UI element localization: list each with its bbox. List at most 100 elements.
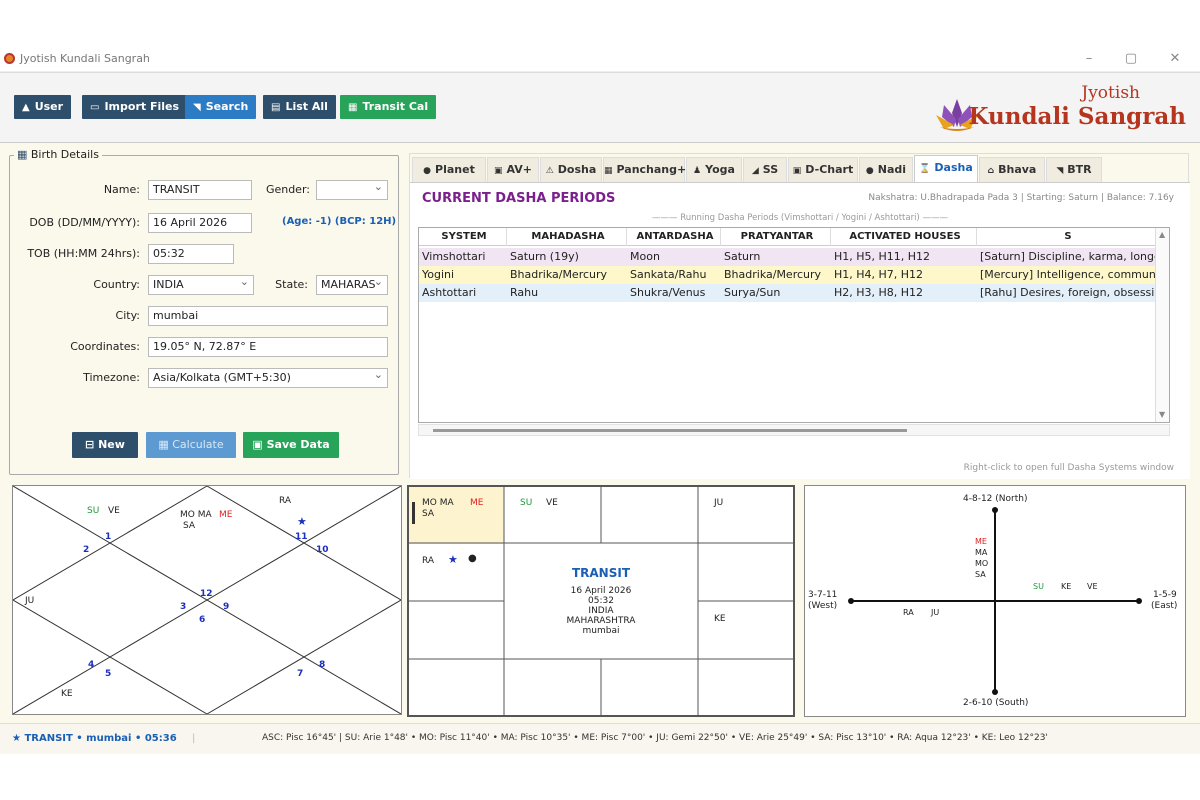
table-row[interactable]: Yogini Bhadrika/Mercury Sankata/Rahu Bhadri…	[419, 266, 1169, 284]
window-title: Jyotish Kundali Sangrah	[20, 52, 150, 65]
search-button[interactable]: ◥ Search	[185, 95, 257, 119]
planet-label: JU	[931, 608, 940, 617]
list-all-button[interactable]: ▤ List All	[263, 95, 336, 119]
import-files-button[interactable]: ▭ Import Files	[82, 95, 188, 119]
house-number: 8	[319, 660, 326, 670]
table-cell: Saturn	[724, 250, 761, 263]
south-label: 2-6-10 (South)	[963, 698, 1029, 708]
tab-dasha[interactable]: ⌛ Dasha	[914, 155, 978, 183]
dasha-panel: CURRENT DASHA PERIODS Nakshatra: U.Bhadr…	[410, 182, 1190, 479]
folder-icon: ▭	[90, 102, 100, 113]
title-bar: Jyotish Kundali Sangrah – ▢ ✕	[0, 46, 1200, 72]
country-label: Country:	[93, 278, 140, 291]
tab-panchang[interactable]: ▦ Panchang+	[603, 157, 686, 182]
timezone-select[interactable]: Asia/Kolkata (GMT+5:30)	[148, 368, 388, 388]
planet-label: ME	[219, 510, 233, 520]
coordinates-input[interactable]: 19.05° N, 72.87° E	[148, 337, 388, 357]
dob-input[interactable]: 16 April 2026	[148, 213, 252, 233]
north-label: 4-8-12 (North)	[963, 494, 1028, 504]
planet-label: SA	[975, 570, 986, 579]
planet-label: MO MA	[180, 510, 212, 520]
star-icon: ★	[297, 515, 307, 528]
planet-icon: ●	[423, 166, 432, 176]
save-data-button[interactable]: ▣ Save Data	[243, 432, 339, 458]
dot-icon: ●	[468, 553, 477, 564]
tab-ss[interactable]: ◢ SS	[743, 157, 787, 182]
house-number: 11	[295, 532, 308, 542]
new-button[interactable]: ⊟ New	[72, 432, 138, 458]
table-row[interactable]: Vimshottari Saturn (19y) Moon Saturn H1, H5,…	[419, 248, 1169, 266]
table-cell: Bhadrika/Mercury	[724, 268, 822, 281]
close-button[interactable]: ✕	[1160, 49, 1190, 69]
column-header[interactable]: SYSTEM	[419, 228, 507, 246]
planet-label: KE	[714, 614, 726, 624]
tab-dosha[interactable]: ⚠ Dosha	[540, 157, 602, 182]
house-number: 10	[316, 545, 329, 555]
table-row[interactable]: Ashtottari Rahu Shukra/Venus Surya/Sun H2, H…	[419, 284, 1169, 302]
horizontal-scrollbar[interactable]	[418, 424, 1170, 436]
ss-icon: ◢	[751, 166, 759, 176]
nakshatra-info: Nakshatra: U.Bhadrapada Pada 3 | Startin…	[868, 193, 1174, 203]
status-separator: |	[192, 733, 196, 744]
status-bar: ★ TRANSIT • mumbai • 05:36 | ASC: Pisc 1…	[0, 723, 1200, 753]
btr-icon: ◥	[1056, 166, 1064, 176]
app-icon	[4, 53, 15, 64]
toolbar: ▲ User ▭ Import Files ◥ Search ▤ List All ▦ T…	[0, 73, 1200, 143]
scroll-up-icon[interactable]: ▲	[1159, 230, 1165, 239]
city-input[interactable]: mumbai	[148, 306, 388, 326]
calculate-button[interactable]: ▦ Calculate	[146, 432, 236, 458]
planet-label: VE	[108, 506, 120, 516]
analysis-tabs: ● Planet ▣ AV+ ⚠ Dosha ▦ Panchang+ ♟ Yoga ◢ SS ▣ D-Ch…	[410, 154, 1190, 183]
tab-btr[interactable]: ◥ BTR	[1046, 157, 1102, 182]
house-number: 6	[199, 615, 206, 625]
vertical-scrollbar[interactable]: ▲ ▼	[1155, 228, 1169, 422]
tab-nadi[interactable]: ● Nadi	[859, 157, 913, 182]
list-icon: ▤	[271, 102, 281, 113]
tab-d-chart[interactable]: ▣ D-Chart	[788, 157, 858, 182]
tab-bhava[interactable]: ⌂ Bhava	[979, 157, 1045, 182]
status-planet-positions: ASC: Pisc 16°45' | SU: Arie 1°48' • MO: …	[262, 733, 1048, 743]
birth-details-legend: ▦ Birth Details	[14, 148, 102, 161]
column-header[interactable]: S	[977, 228, 1157, 246]
chart-center-title: TRANSIT	[571, 566, 631, 580]
west-label: (West)	[808, 601, 838, 611]
maximize-button[interactable]: ▢	[1116, 49, 1146, 69]
tab-av[interactable]: ▣ AV+	[487, 157, 539, 182]
east-label: (East)	[1151, 601, 1178, 611]
tob-input[interactable]: 05:32	[148, 244, 234, 264]
city-label: City:	[115, 309, 140, 322]
minimize-button[interactable]: –	[1074, 49, 1104, 69]
column-header[interactable]: PRATYANTAR	[721, 228, 831, 246]
state-label: State:	[275, 278, 308, 291]
planet-label: MA	[975, 548, 988, 557]
dasha-hint: Right-click to open full Dasha Systems w…	[963, 463, 1174, 473]
table-cell: [Mercury] Intelligence, communi	[980, 268, 1157, 281]
scroll-thumb[interactable]	[433, 429, 907, 432]
house-number: 2	[83, 545, 90, 555]
house-number: 3	[180, 602, 187, 612]
table-cell: Ashtottari	[422, 286, 477, 299]
south-indian-chart: MO MA ME SA SU VE JU RA ★ ● KE TRANSIT 1…	[407, 485, 795, 717]
new-file-icon: ⊟	[85, 438, 99, 451]
scroll-down-icon[interactable]: ▼	[1159, 410, 1165, 419]
hourglass-icon: ⌛	[919, 164, 931, 174]
transit-cal-button[interactable]: ▦ Transit Cal	[340, 95, 437, 119]
gender-select[interactable]	[316, 180, 388, 200]
column-header[interactable]: ANTARDASHA	[627, 228, 721, 246]
nadi-icon: ●	[865, 166, 874, 176]
column-header[interactable]: ACTIVATED HOUSES	[831, 228, 977, 246]
user-button[interactable]: ▲ User	[14, 95, 72, 119]
table-cell: Rahu	[510, 286, 539, 299]
column-header[interactable]: MAHADASHA	[507, 228, 627, 246]
tab-planet[interactable]: ● Planet	[412, 157, 486, 182]
state-select[interactable]: MAHARAS	[316, 275, 388, 295]
tab-yoga[interactable]: ♟ Yoga	[686, 157, 742, 182]
planet-label: ME	[975, 537, 987, 546]
table-cell: Moon	[630, 250, 660, 263]
chart-center-info: 16 April 2026 05:32 INDIA MAHARASHTRA mu…	[566, 586, 636, 636]
table-cell: H2, H3, H8, H12	[834, 286, 924, 299]
table-cell: Yogini	[422, 268, 455, 281]
name-label: Name:	[103, 183, 140, 196]
house-number: 12	[200, 589, 213, 599]
table-cell: Saturn (19y)	[510, 250, 579, 263]
